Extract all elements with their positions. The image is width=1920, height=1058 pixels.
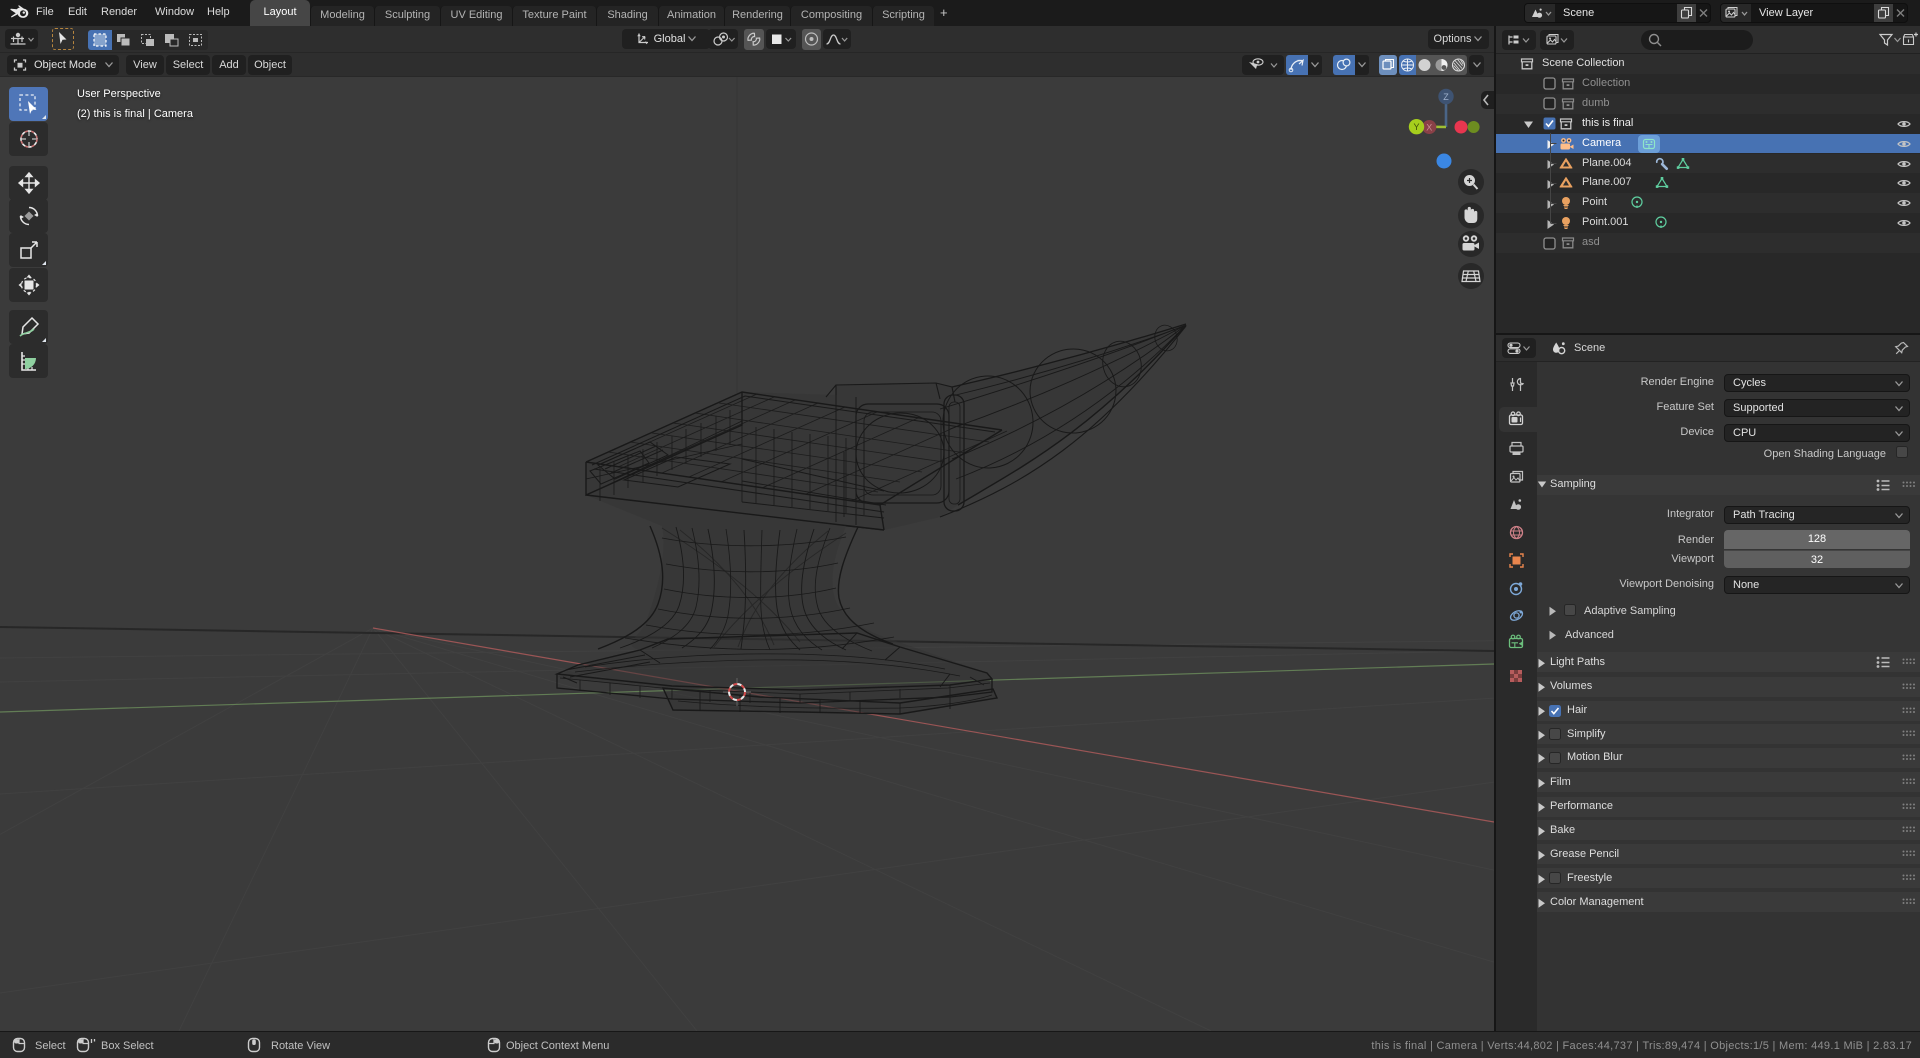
svg-text:X: X: [1426, 122, 1432, 132]
svg-text:Z: Z: [1443, 92, 1449, 102]
svg-text:Y: Y: [1413, 122, 1419, 132]
